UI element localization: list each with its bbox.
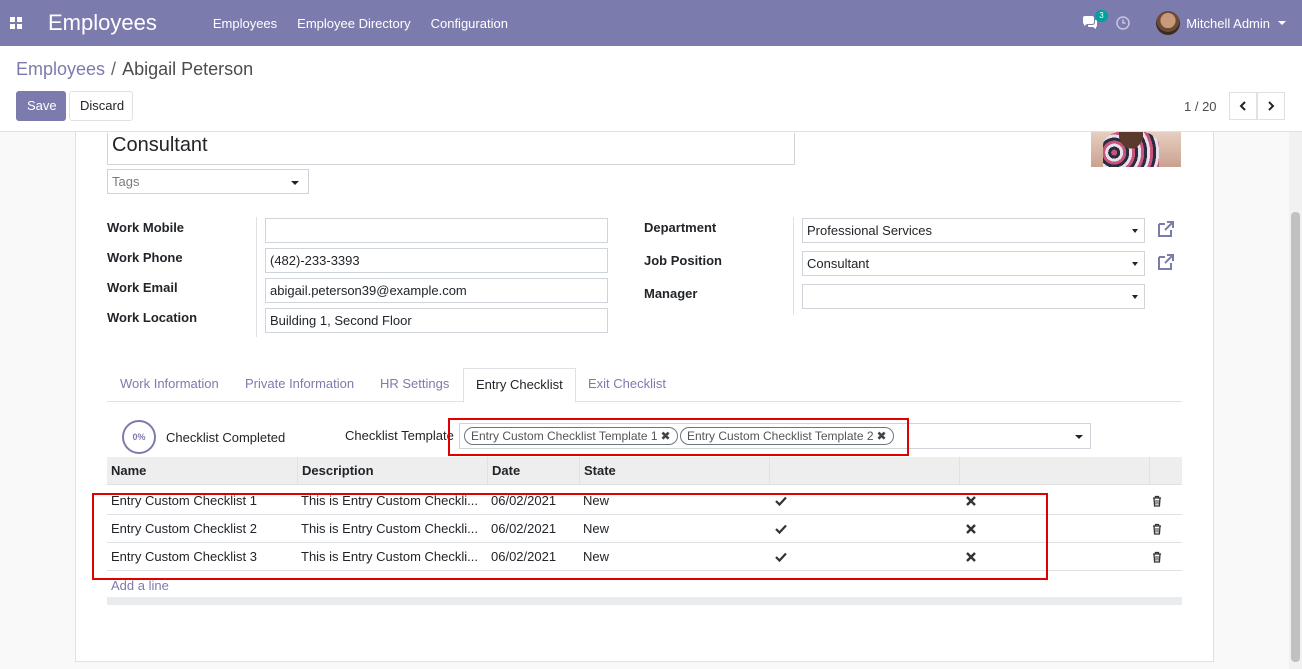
highlight-box <box>448 418 909 456</box>
breadcrumb: Employees / Abigail Peterson <box>16 59 253 80</box>
column-divider <box>793 217 794 315</box>
work-mobile-input[interactable] <box>265 218 608 243</box>
discard-button[interactable]: Discard <box>69 91 133 121</box>
app-title[interactable]: Employees <box>48 10 157 36</box>
pager-previous-button[interactable] <box>1229 92 1257 120</box>
control-panel: Employees / Abigail Peterson Save Discard … <box>0 46 1302 132</box>
menu-item-employees[interactable]: Employees <box>213 16 277 31</box>
chevron-down-icon <box>1075 435 1083 439</box>
pager-next-button[interactable] <box>1257 92 1285 120</box>
checklist-progress-circle: 0% <box>122 420 156 454</box>
chat-badge: 3 <box>1095 10 1108 22</box>
chat-icon[interactable]: 3 <box>1082 10 1108 30</box>
navbar-systray: 3 Mitchell Admin <box>1082 0 1302 46</box>
column-reject <box>960 457 1150 485</box>
table-header: Name Description Date State <box>107 457 1182 485</box>
menu-item-employee-directory[interactable]: Employee Directory <box>297 16 410 31</box>
avatar[interactable] <box>1156 11 1181 35</box>
column-approve <box>770 457 960 485</box>
job-position-value: Consultant <box>807 256 870 271</box>
user-name[interactable]: Mitchell Admin <box>1186 16 1270 31</box>
tab-hr-settings[interactable]: HR Settings <box>380 368 449 402</box>
chevron-down-icon <box>291 181 299 185</box>
save-button[interactable]: Save <box>16 91 66 121</box>
chevron-down-icon <box>1132 229 1138 233</box>
breadcrumb-current: Abigail Peterson <box>122 59 254 79</box>
checklist-template-label: Checklist Template <box>345 428 454 443</box>
job-position-label: Job Position <box>644 253 722 268</box>
trash-icon[interactable] <box>1151 551 1163 563</box>
breadcrumb-employees[interactable]: Employees <box>16 59 105 79</box>
top-navbar: Employees Employees Employee Directory C… <box>0 0 1302 46</box>
work-email-label: Work Email <box>107 280 178 295</box>
tab-work-information[interactable]: Work Information <box>120 368 219 402</box>
chevron-down-icon[interactable] <box>1278 21 1286 25</box>
work-location-input[interactable]: Building 1, Second Floor <box>265 308 608 333</box>
column-description[interactable]: Description <box>298 457 488 485</box>
chevron-down-icon <box>1132 295 1138 299</box>
employee-photo[interactable] <box>1091 132 1181 167</box>
external-link-icon[interactable] <box>1156 219 1176 239</box>
breadcrumb-separator: / <box>111 59 117 79</box>
external-link-icon[interactable] <box>1156 252 1176 272</box>
department-label: Department <box>644 220 717 235</box>
add-line-link[interactable]: Add a line <box>111 578 169 593</box>
job-position-select[interactable]: Consultant <box>802 251 1145 276</box>
highlight-box <box>92 493 1048 580</box>
clock-icon[interactable] <box>1116 16 1130 30</box>
manager-label: Manager <box>644 286 698 301</box>
chevron-down-icon <box>1132 262 1138 266</box>
tab-entry-checklist[interactable]: Entry Checklist <box>463 368 576 403</box>
form-content: Consultant Tags Work Mobile Work Phone W… <box>0 132 1302 669</box>
scrollbar-thumb[interactable] <box>1291 212 1300 662</box>
trash-icon[interactable] <box>1151 523 1163 535</box>
tags-placeholder: Tags <box>112 174 140 189</box>
tab-private-information[interactable]: Private Information <box>245 368 354 402</box>
table-footer <box>107 597 1182 605</box>
notebook-tabs: Work Information Private Information HR … <box>107 368 1182 403</box>
form-sheet: Consultant Tags Work Mobile Work Phone W… <box>75 132 1214 662</box>
apps-menu-icon[interactable] <box>10 17 22 29</box>
menu-item-configuration[interactable]: Configuration <box>431 16 508 31</box>
checklist-progress-label: Checklist Completed <box>166 430 286 445</box>
column-divider <box>256 217 257 337</box>
manager-select[interactable] <box>802 284 1145 309</box>
pager-counter[interactable]: 1 / 20 <box>1184 99 1217 114</box>
work-email-input[interactable]: abigail.peterson39@example.com <box>265 278 608 303</box>
work-mobile-label: Work Mobile <box>107 220 185 235</box>
department-select[interactable]: Professional Services <box>802 218 1145 243</box>
department-value: Professional Services <box>807 223 932 238</box>
trash-icon[interactable] <box>1151 495 1163 507</box>
job-title-input[interactable]: Consultant <box>107 133 795 165</box>
column-state[interactable]: State <box>580 457 770 485</box>
scrollbar[interactable] <box>1289 132 1302 669</box>
column-date[interactable]: Date <box>488 457 580 485</box>
work-phone-input[interactable]: (482)-233-3393 <box>265 248 608 273</box>
work-phone-label: Work Phone <box>107 250 183 265</box>
chevron-left-icon <box>1239 101 1246 111</box>
tags-input[interactable]: Tags <box>107 169 309 194</box>
chevron-right-icon <box>1268 101 1275 111</box>
tab-exit-checklist[interactable]: Exit Checklist <box>588 368 666 402</box>
column-name[interactable]: Name <box>107 457 298 485</box>
main-menu: Employees Employee Directory Configurati… <box>213 16 528 31</box>
work-location-label: Work Location <box>107 310 198 325</box>
